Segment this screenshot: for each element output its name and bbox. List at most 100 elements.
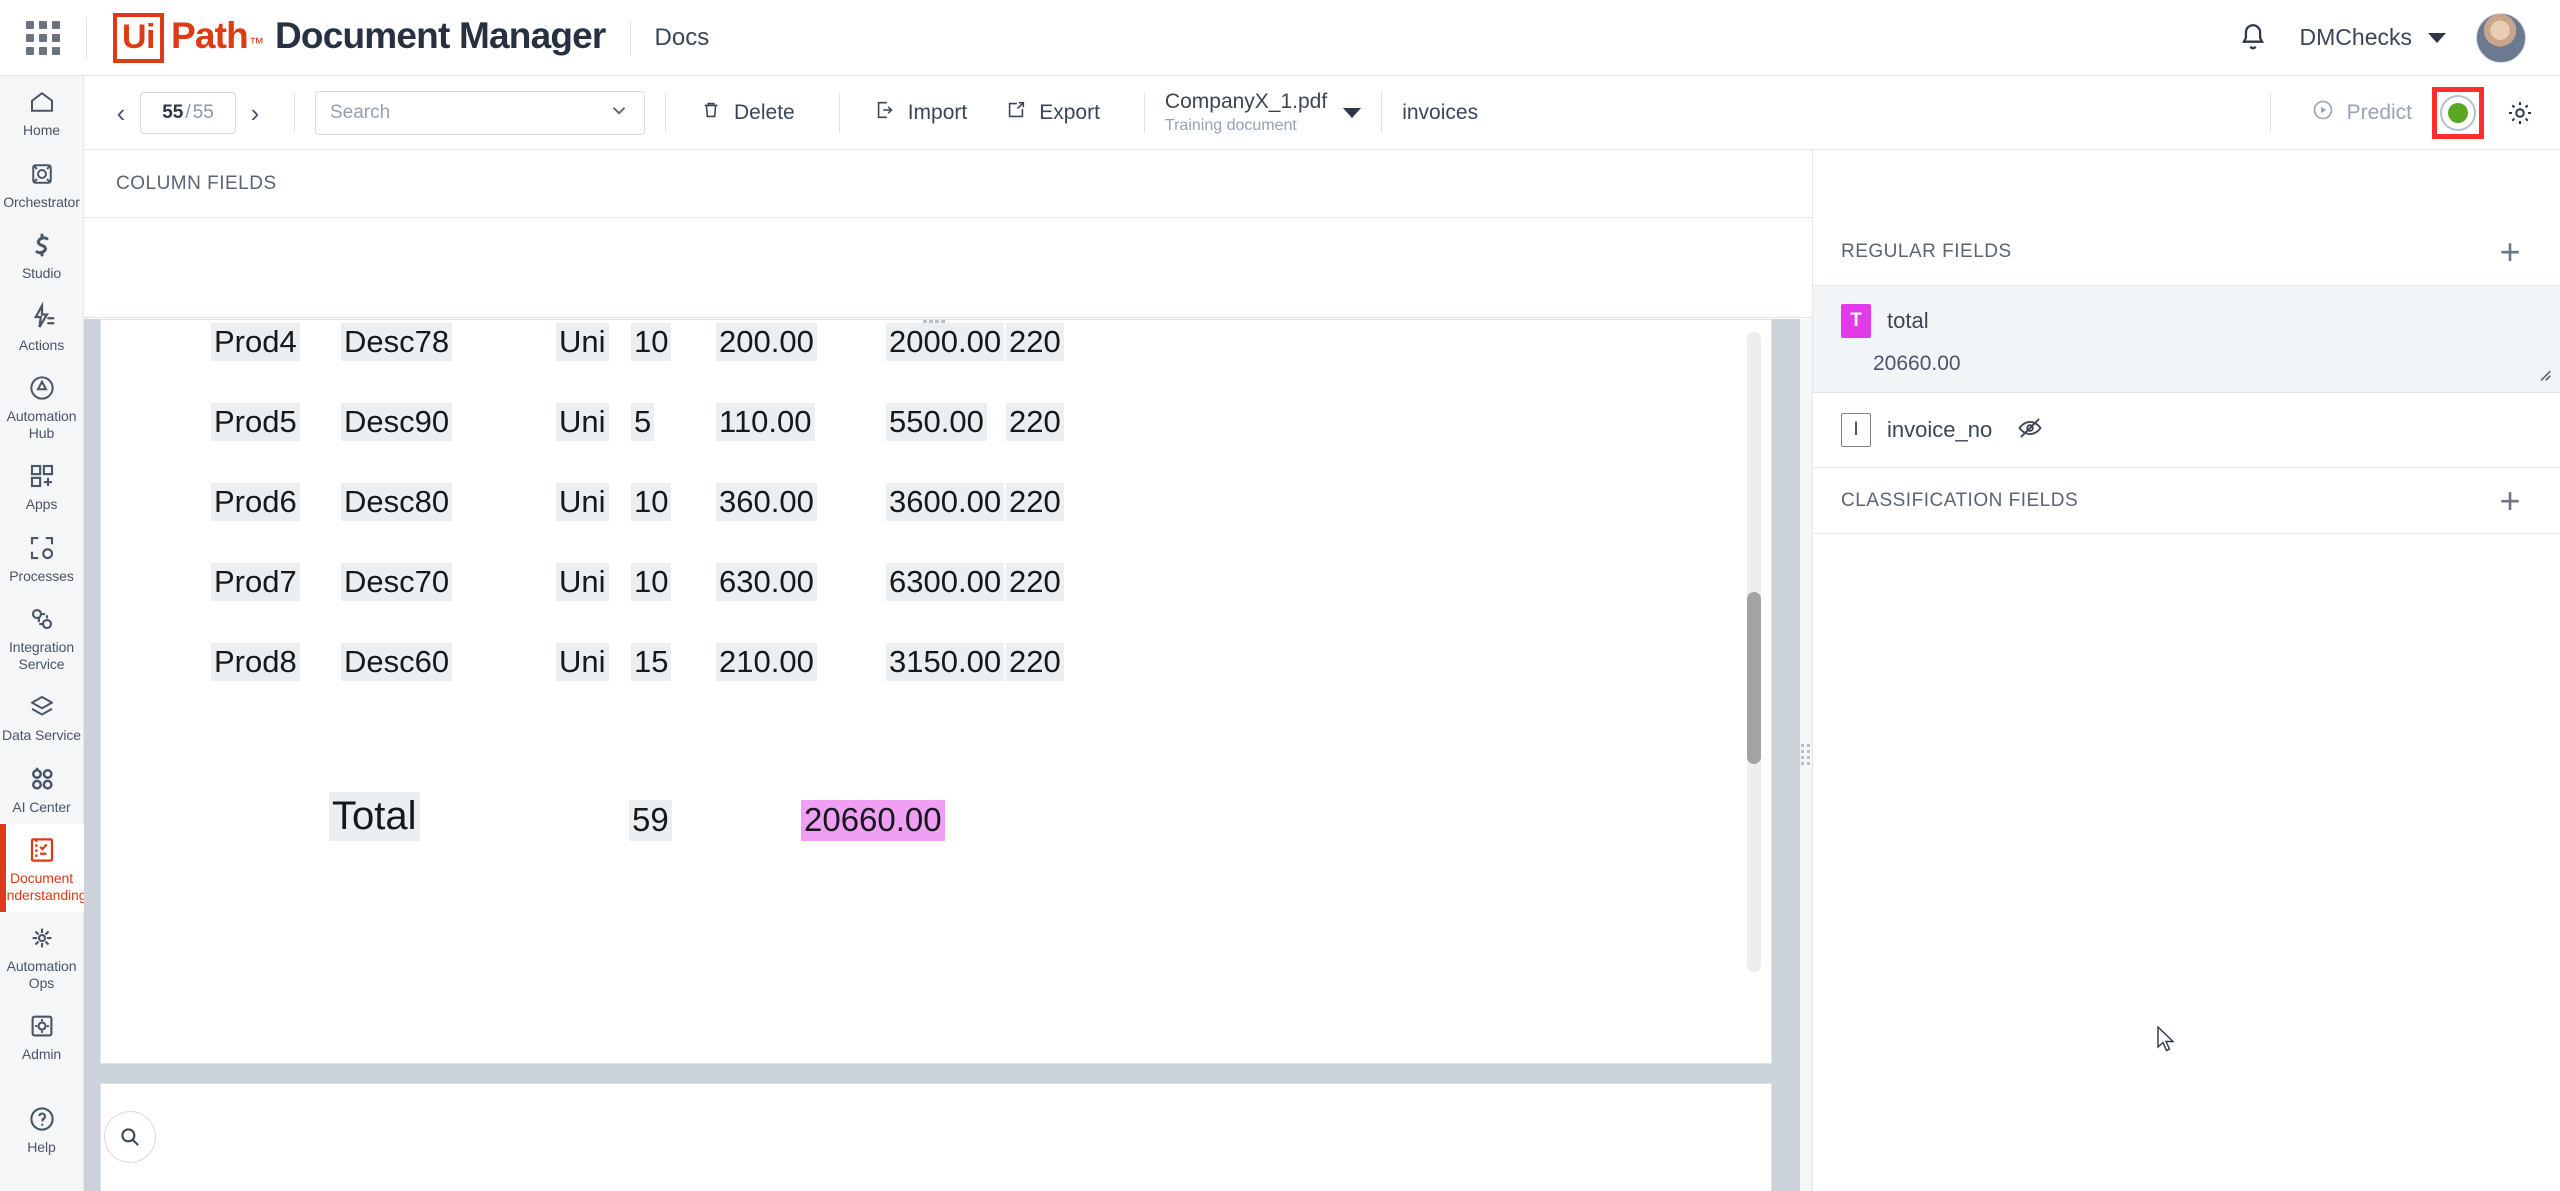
field-invoice-no[interactable]: I invoice_no: [1813, 393, 2560, 468]
table-row[interactable]: Prod4 Desc78 Uni 10 200.00 2000.00 220: [101, 320, 1771, 382]
sidebar-item-label: Actions: [18, 336, 65, 353]
cell-unit-price[interactable]: 110.00: [716, 402, 815, 442]
automation-hub-icon: [27, 373, 57, 403]
cell-amount[interactable]: 550.00: [886, 402, 987, 442]
sidebar-item-help[interactable]: Help: [0, 1093, 84, 1165]
cell-product[interactable]: Prod4: [211, 322, 300, 362]
total-quantity[interactable]: 59: [629, 800, 672, 841]
search-input[interactable]: [330, 101, 608, 124]
cell-product[interactable]: Prod8: [211, 642, 300, 682]
search-input-wrapper[interactable]: [315, 90, 645, 135]
toolbar-divider-3: [838, 92, 840, 133]
field-total-header: T total: [1841, 304, 2532, 338]
document-selector[interactable]: CompanyX_1.pdf Training document: [1165, 90, 1362, 135]
panel-splitter[interactable]: [1800, 319, 1812, 1191]
uipath-logo[interactable]: Ui Path ™ Document Manager: [113, 12, 606, 63]
sidebar-item-data-service[interactable]: Data Service: [0, 681, 84, 753]
sidebar-item-orchestrator[interactable]: Orchestrator: [0, 148, 84, 220]
plus-icon[interactable]: +: [2488, 230, 2532, 274]
cell-description[interactable]: Desc78: [341, 322, 453, 362]
cell-quantity[interactable]: 10: [631, 482, 672, 522]
header-actions: DMChecks: [2236, 12, 2526, 63]
cell-amount[interactable]: 3150.00: [886, 642, 1005, 682]
cell-quantity[interactable]: 15: [631, 642, 672, 682]
status-dot-icon[interactable]: [2440, 94, 2476, 131]
sidebar-item-automation-ops[interactable]: Automation Ops: [0, 912, 84, 1000]
magnifier-icon[interactable]: [104, 1111, 156, 1163]
predict-label: Predict: [2346, 100, 2412, 124]
predict-button[interactable]: Predict: [2297, 90, 2426, 136]
sidebar-item-actions[interactable]: Actions: [0, 291, 84, 363]
total-label[interactable]: Total: [329, 792, 420, 842]
document-page-1[interactable]: Prod4 Desc78 Uni 10 200.00 2000.00 220 P…: [100, 319, 1772, 1064]
table-row[interactable]: Prod8 Desc60 Uni 15 210.00 3150.00 220: [101, 622, 1771, 702]
bell-icon[interactable]: [2236, 21, 2270, 55]
sidebar-item-automation-hub[interactable]: Automation Hub: [0, 362, 84, 450]
plus-icon[interactable]: +: [2488, 479, 2532, 523]
cell-description[interactable]: Desc60: [341, 642, 453, 682]
cell-description[interactable]: Desc90: [341, 402, 453, 442]
cell-code[interactable]: 220: [1006, 322, 1064, 362]
cell-code[interactable]: 220: [1006, 402, 1064, 442]
cell-quantity[interactable]: 10: [631, 322, 672, 362]
cell-unit[interactable]: Uni: [556, 322, 609, 362]
cell-description[interactable]: Desc70: [341, 562, 453, 602]
cell-unit-price[interactable]: 360.00: [716, 482, 817, 522]
total-amount-highlighted[interactable]: 20660.00: [801, 800, 945, 841]
eye-off-icon[interactable]: [2016, 414, 2044, 447]
document-page-2[interactable]: [100, 1083, 1772, 1191]
page-separator: /: [185, 101, 191, 123]
chevron-right-icon[interactable]: ›: [236, 94, 274, 132]
import-button[interactable]: Import: [860, 91, 982, 135]
cell-unit[interactable]: Uni: [556, 642, 609, 682]
sidebar-item-apps[interactable]: Apps: [0, 450, 84, 522]
cell-code[interactable]: 220: [1006, 642, 1064, 682]
cell-product[interactable]: Prod5: [211, 402, 300, 442]
sidebar-item-admin[interactable]: Admin: [0, 1000, 84, 1072]
trash-icon: [700, 99, 722, 127]
cell-code[interactable]: 220: [1006, 482, 1064, 522]
cell-code[interactable]: 220: [1006, 562, 1064, 602]
cell-unit-price[interactable]: 630.00: [716, 562, 817, 602]
sidebar-item-processes[interactable]: Processes: [0, 522, 84, 594]
cell-unit-price[interactable]: 200.00: [716, 322, 817, 362]
document-scrollbar[interactable]: [1747, 332, 1761, 972]
tenant-selector[interactable]: DMChecks: [2300, 24, 2446, 51]
cell-product[interactable]: Prod7: [211, 562, 300, 602]
avatar[interactable]: [2476, 12, 2526, 63]
cell-description[interactable]: Desc80: [341, 482, 453, 522]
cell-quantity[interactable]: 5: [631, 402, 655, 442]
cell-product[interactable]: Prod6: [211, 482, 300, 522]
resize-grip-icon[interactable]: [2532, 362, 2554, 384]
cell-quantity[interactable]: 10: [631, 562, 672, 602]
table-row[interactable]: Prod5 Desc90 Uni 5 110.00 550.00 220: [101, 382, 1771, 462]
home-icon: [27, 87, 57, 117]
table-row[interactable]: Prod6 Desc80 Uni 10 360.00 3600.00 220: [101, 462, 1771, 542]
chevron-down-icon[interactable]: [608, 99, 630, 126]
field-value[interactable]: 20660.00: [1873, 352, 2532, 376]
table-row[interactable]: Prod7 Desc70 Uni 10 630.00 6300.00 220: [101, 542, 1771, 622]
sidebar-item-integration-service[interactable]: Integration Service: [0, 593, 84, 681]
cell-amount[interactable]: 6300.00: [886, 562, 1005, 602]
table-total-row[interactable]: Total 59 20660.00: [101, 782, 1771, 874]
sidebar-item-studio[interactable]: Studio: [0, 219, 84, 291]
cell-unit[interactable]: Uni: [556, 562, 609, 602]
sidebar-item-ai-center[interactable]: AI Center: [0, 753, 84, 825]
document-viewer[interactable]: Prod4 Desc78 Uni 10 200.00 2000.00 220 P…: [84, 319, 1812, 1191]
scrollbar-thumb[interactable]: [1747, 592, 1761, 764]
chevron-left-icon[interactable]: ‹: [102, 94, 140, 132]
delete-button[interactable]: Delete: [686, 91, 809, 135]
sidebar-item-home[interactable]: Home: [0, 76, 84, 148]
cell-amount[interactable]: 2000.00: [886, 322, 1005, 362]
waffle-grid-icon[interactable]: [26, 20, 60, 55]
gear-icon[interactable]: [2498, 91, 2542, 135]
status-indicator-highlight[interactable]: [2432, 86, 2484, 139]
cell-unit[interactable]: Uni: [556, 482, 609, 522]
cell-unit-price[interactable]: 210.00: [716, 642, 817, 682]
sidebar-item-document-understanding[interactable]: Document Understanding: [0, 824, 86, 913]
export-button[interactable]: Export: [991, 91, 1114, 135]
field-total[interactable]: T total 20660.00: [1813, 286, 2560, 393]
page-indicator[interactable]: 55 / 55: [140, 91, 236, 134]
cell-unit[interactable]: Uni: [556, 402, 609, 442]
cell-amount[interactable]: 3600.00: [886, 482, 1005, 522]
